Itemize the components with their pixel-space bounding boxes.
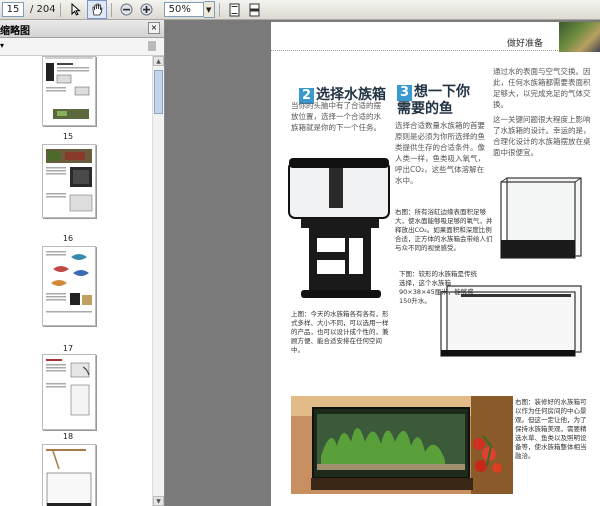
planted-aquarium-photo	[291, 396, 513, 494]
fit-page-icon[interactable]	[226, 1, 244, 18]
scroll-up-icon[interactable]: ▲	[153, 56, 164, 66]
heading-fish: 3 想一下你需要的鱼	[397, 84, 470, 117]
thumbnail-label: 16	[62, 234, 74, 243]
scrollbar-thumb[interactable]	[154, 70, 163, 114]
header-photo	[559, 22, 600, 52]
cube-tank-image	[499, 176, 585, 262]
options-dropdown-icon[interactable]: ▾	[0, 41, 4, 50]
page-thumbnail-18[interactable]	[42, 354, 96, 430]
page-thumbnail-19[interactable]	[42, 444, 96, 506]
page-thumbnail-16[interactable]	[42, 144, 96, 218]
fit-width-icon[interactable]	[246, 1, 264, 18]
zoom-level-input[interactable]: 50%	[163, 2, 204, 17]
trash-icon[interactable]	[148, 41, 156, 51]
panel-title: 缩略图	[0, 26, 30, 37]
toolbar-divider	[110, 2, 112, 17]
caption-top-right: 右图：所有浴缸边缘表面积足够大，使水面能够吸足够的氧气，并释放出CO₂。如果面积…	[395, 208, 493, 252]
page-number-input[interactable]: 15	[2, 2, 24, 17]
panel-options-bar: ▾	[0, 38, 164, 56]
running-header: 做好准备 11	[271, 36, 600, 51]
zoom-out-icon[interactable]	[118, 1, 136, 18]
thumbnail-label: 15	[62, 132, 74, 141]
heading-number-badge: 3	[397, 85, 412, 101]
toolbar-divider	[218, 2, 220, 17]
toolbar: 15 / 204 50% ▼	[0, 0, 600, 20]
page-thumbnail-17[interactable]	[42, 246, 96, 326]
document-page[interactable]: 做好准备 11 2选择水族箱 3想一下你需要的鱼 当你的头脑中有了合适的摆放位置…	[271, 22, 600, 506]
body-text-left: 当你的头脑中有了合适的摆放位置，选择一个合适的水族箱就是你的下一个任务。	[291, 101, 381, 132]
body-text-right-2: 这一关键问题很大程度上影响了水族箱的设计。幸运的是，合理化设计的水族箱摆放在桌面…	[493, 115, 591, 157]
stand-aquarium-image	[287, 156, 393, 306]
hand-icon[interactable]	[86, 0, 107, 19]
thumbnail-panel: 缩略图 × ▾ 15 16 17 18 ▲ ▼	[0, 20, 165, 506]
zoom-in-icon[interactable]	[138, 1, 156, 18]
total-pages: / 204	[30, 4, 56, 15]
select-cursor-icon[interactable]	[67, 1, 85, 18]
thumbnail-list: 15 16 17 18	[0, 56, 152, 506]
page-thumbnail-15[interactable]	[42, 56, 96, 126]
running-section: 做好准备	[507, 39, 544, 49]
panel-header: 缩略图 ×	[0, 20, 164, 38]
body-text-middle: 选择合适数量水族箱的首要原则是必须为你所选择的鱼类提供生存的合适条件。像人类一样…	[395, 121, 485, 185]
thumbnail-scrollbar[interactable]: ▲ ▼	[152, 56, 164, 506]
thumbnail-label: 17	[62, 344, 74, 353]
zoom-dropdown-icon[interactable]: ▼	[203, 1, 215, 18]
scroll-down-icon[interactable]: ▼	[153, 496, 164, 506]
toolbar-divider	[59, 2, 61, 17]
caption-wide-tank: 下图：较形的水族箱是传统选择，这个水族箱90×38×45厘米，能够盛150升水。	[399, 270, 477, 305]
caption-bottom: 右图：装修好的水族箱可以作为任何房间的中心景观。但这一定让他，为了保持水族箱美观…	[515, 398, 587, 460]
caption-left: 上图：今天的水族箱各有各有，形式多样、大小不同，可以选用一样的产品，也可以设计成…	[291, 310, 389, 354]
thumbnail-label: 18	[62, 432, 74, 441]
document-view: 做好准备 11 2选择水族箱 3想一下你需要的鱼 当你的头脑中有了合适的摆放位置…	[165, 20, 600, 506]
panel-close-icon[interactable]: ×	[148, 22, 160, 34]
body-text-right-1: 通过水的表面与空气交换。因此，任何水族箱都需要表面积足够大，以完成充足的气体交换…	[493, 67, 591, 109]
